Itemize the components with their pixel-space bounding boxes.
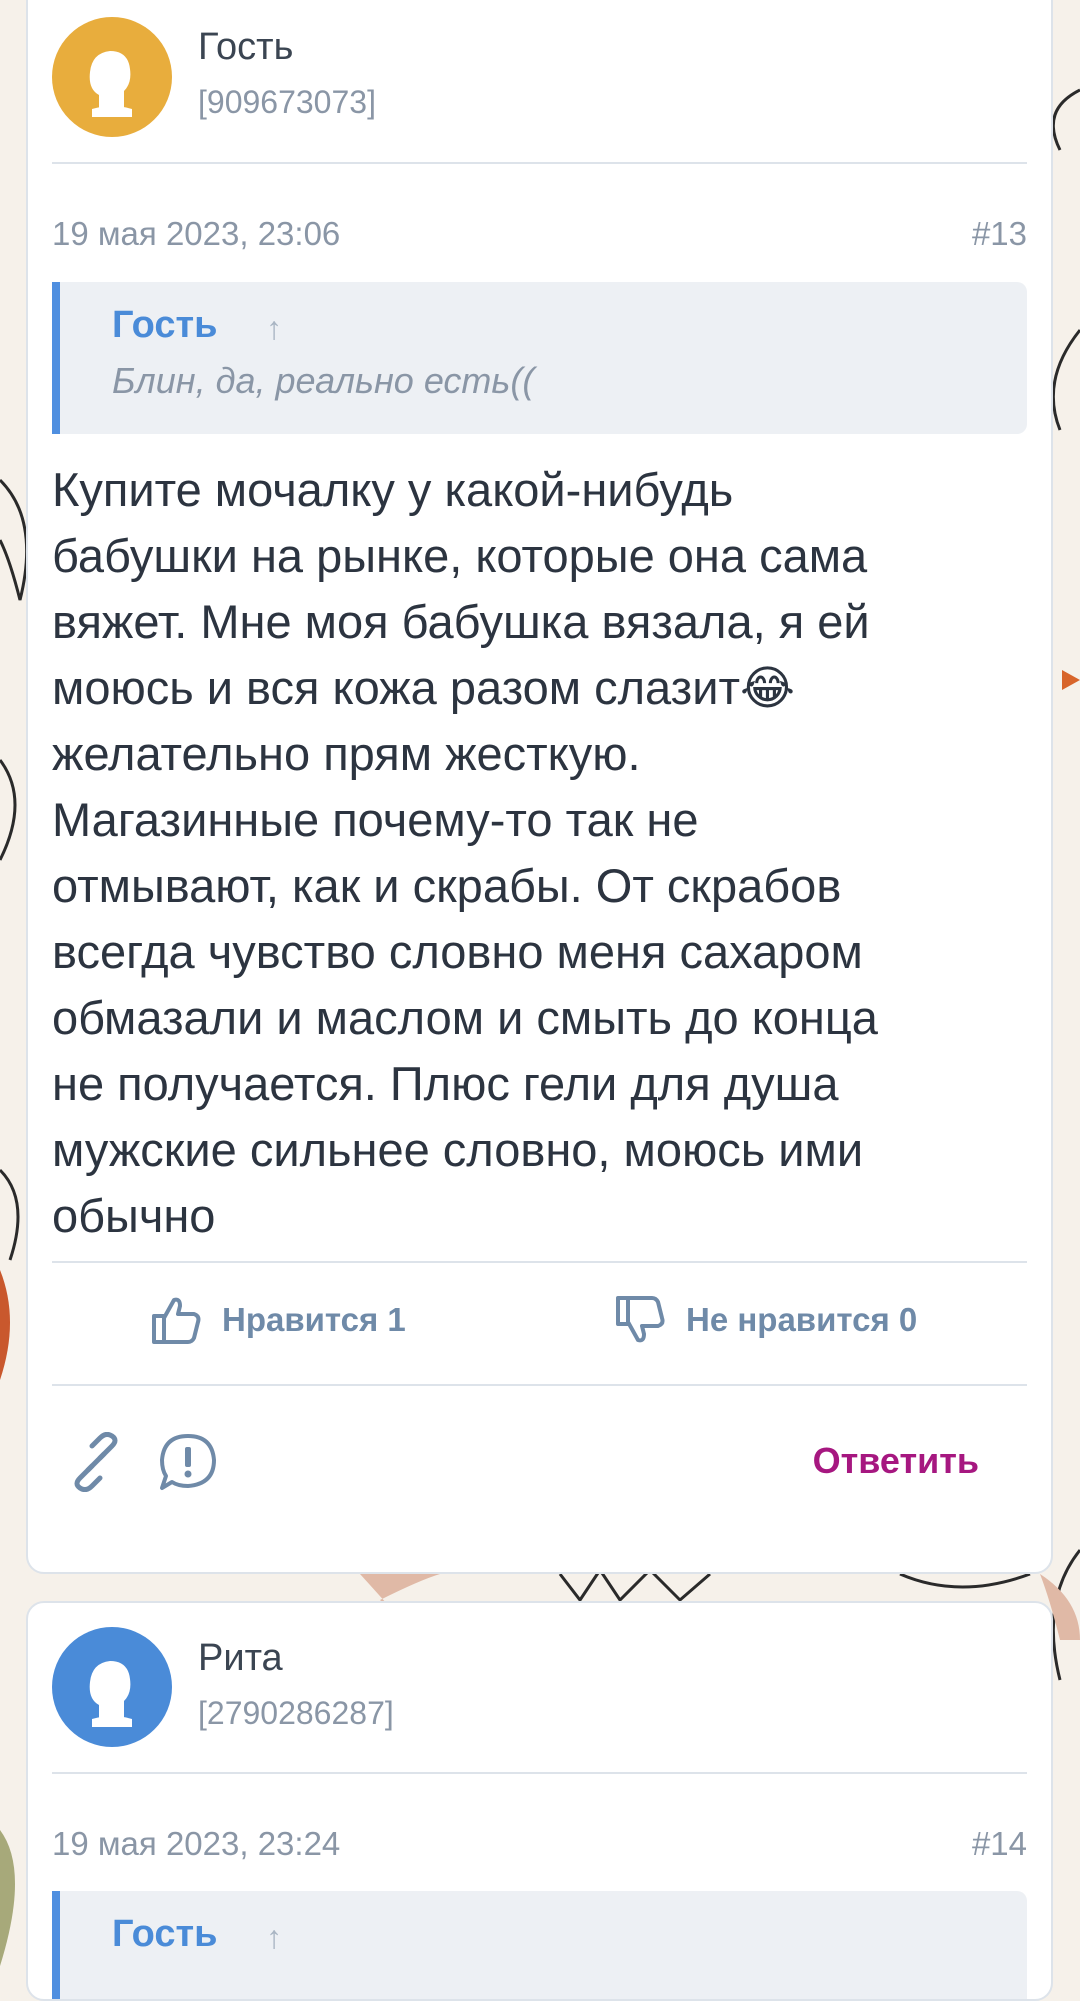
like-button[interactable]: Нравится 1 bbox=[148, 1285, 406, 1355]
user-silhouette-icon bbox=[89, 1661, 132, 1727]
arrow-up-icon[interactable]: ↑ bbox=[266, 310, 282, 347]
quote-block[interactable]: Гость ↑ Блин, да, реально есть(( bbox=[52, 282, 1027, 434]
arrow-up-icon[interactable]: ↑ bbox=[266, 1919, 282, 1956]
quote-author[interactable]: Гость bbox=[112, 304, 217, 347]
avatar[interactable] bbox=[52, 1627, 172, 1747]
dislike-label: Не нравится 0 bbox=[686, 1301, 918, 1338]
author-name[interactable]: Рита bbox=[198, 1637, 283, 1680]
reply-button[interactable]: Ответить bbox=[813, 1440, 979, 1482]
author-name[interactable]: Гость bbox=[198, 26, 293, 69]
quote-author[interactable]: Гость bbox=[112, 1913, 217, 1956]
comment-card: Рита [2790286287] 19 мая 2023, 23:24 #14… bbox=[26, 1601, 1053, 2001]
thumbs-up-icon bbox=[152, 1297, 201, 1344]
comment-body: Купите мочалку у какой-нибудь бабушки на… bbox=[52, 463, 878, 1242]
divider bbox=[52, 1772, 1027, 1774]
user-silhouette-icon bbox=[89, 51, 132, 117]
quote-block[interactable]: Гость ↑ bbox=[52, 1891, 1027, 1999]
like-label: Нравится 1 bbox=[222, 1301, 406, 1338]
divider bbox=[52, 162, 1027, 164]
divider bbox=[52, 1384, 1027, 1386]
report-icon[interactable] bbox=[158, 1432, 218, 1492]
quote-text: Блин, да, реально есть(( bbox=[112, 360, 535, 401]
author-id: [2790286287] bbox=[198, 1695, 394, 1731]
thumbs-down-icon bbox=[616, 1296, 665, 1343]
post-date: 19 мая 2023, 23:24 bbox=[52, 1825, 341, 1862]
link-icon[interactable] bbox=[66, 1431, 126, 1493]
comment-card: Гость [909673073] 19 мая 2023, 23:06 #13… bbox=[26, 0, 1053, 1574]
post-date: 19 мая 2023, 23:06 bbox=[52, 215, 341, 252]
avatar[interactable] bbox=[52, 17, 172, 137]
author-id: [909673073] bbox=[198, 84, 376, 120]
post-number[interactable]: #14 bbox=[972, 1825, 1027, 1863]
divider bbox=[52, 1261, 1027, 1263]
dislike-button[interactable]: Не нравится 0 bbox=[612, 1285, 917, 1355]
post-number[interactable]: #13 bbox=[972, 215, 1027, 253]
